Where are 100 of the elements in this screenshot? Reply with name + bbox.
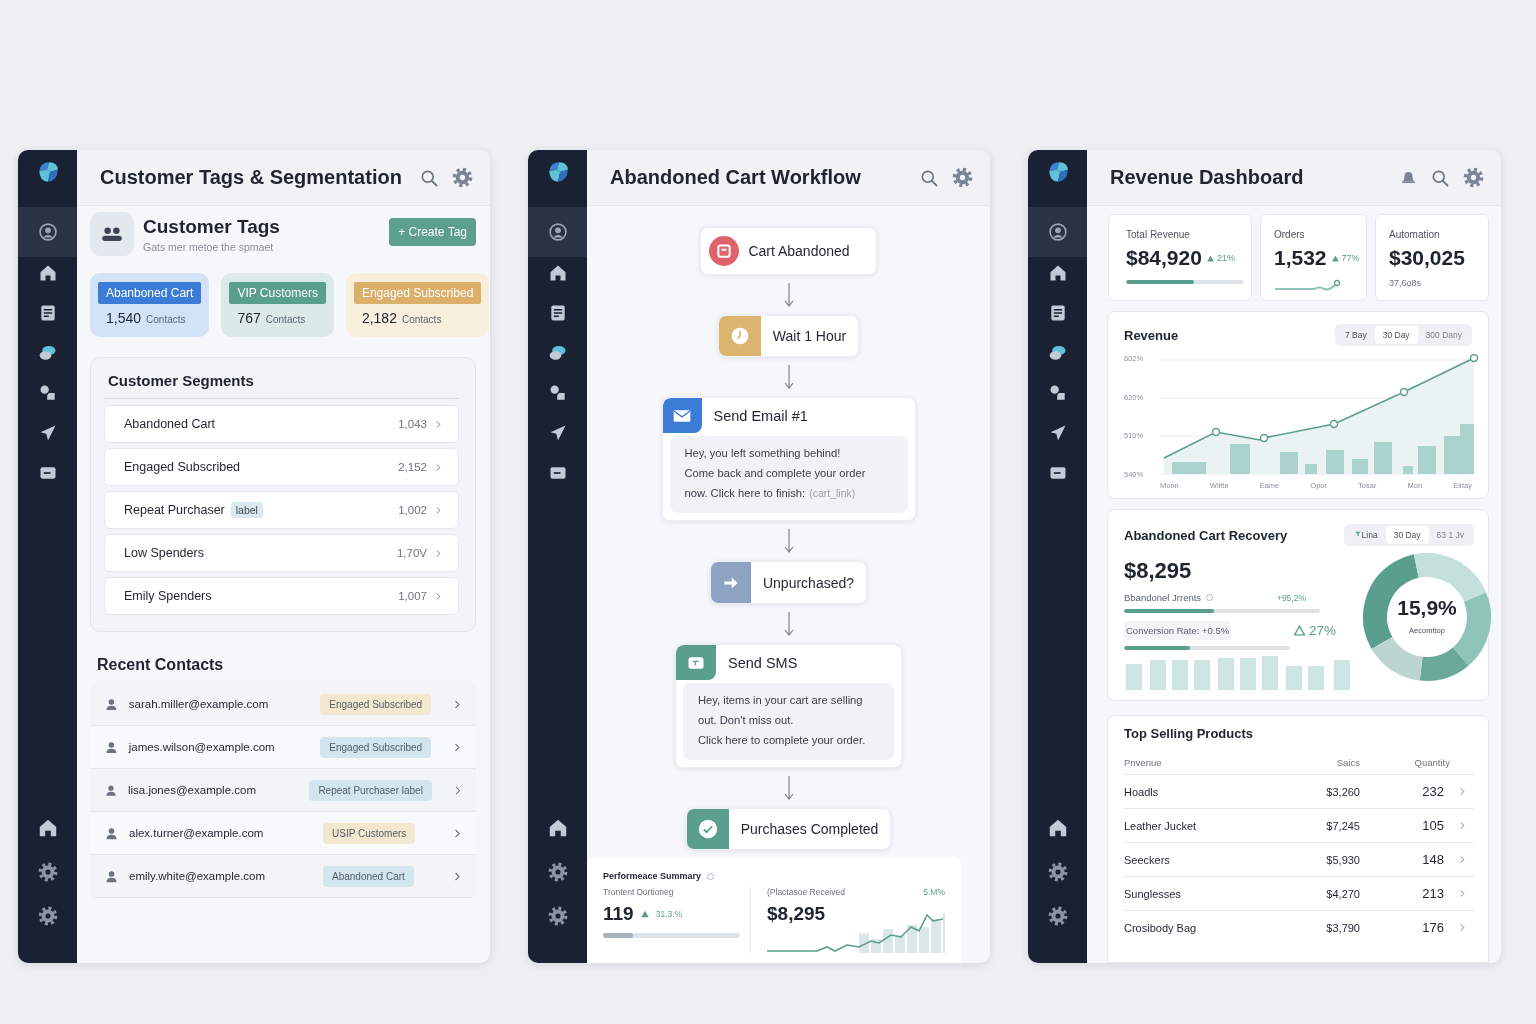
segment-name: Low Spenders: [124, 546, 204, 560]
segment-row[interactable]: Emily Spenders 1,007: [104, 577, 459, 615]
table-cell: $7,245: [1280, 808, 1360, 842]
card-title: Performeace Summary: [603, 871, 702, 881]
tag-label: VIP Customers: [229, 282, 326, 304]
section-title: Recent Contacts: [97, 656, 225, 674]
segment-count: 1,70V: [396, 547, 427, 559]
workflow-step[interactable]: Unpurchased?: [709, 561, 868, 604]
period-tab[interactable]: 300 Dany: [1417, 326, 1470, 344]
kpi-label: Orders: [1274, 229, 1306, 240]
table-cell: Sunglesses: [1124, 876, 1280, 910]
workflow-step[interactable]: Cart Abandoned: [700, 227, 877, 275]
card-title: Abandoned Cart Recovery: [1124, 527, 1288, 543]
segment-row[interactable]: Low Spenders 1,70V: [104, 534, 459, 572]
recovery-value: $8,295: [1124, 558, 1193, 584]
count-unit: Contacts: [401, 314, 442, 325]
segment-count: 1,002: [398, 504, 427, 516]
period-tab[interactable]: 63 1 Jv: [1428, 526, 1472, 544]
segment-name: Repeat Purchaser: [124, 503, 225, 517]
card-title: Revenue: [1124, 327, 1179, 343]
metric-change: 5.M%: [923, 887, 945, 897]
metric-change: +95,2%: [1276, 592, 1306, 603]
contact-email: alex.turner@example.com: [129, 827, 265, 839]
table-cell: $5,930: [1280, 842, 1360, 876]
contact-email: lisa.jones@example.com: [127, 784, 257, 796]
section-title: Customer Tags: [143, 215, 281, 238]
kpi-value: 1,532: [1274, 246, 1327, 270]
contact-count: 2,182: [361, 310, 397, 326]
table-cell: $3,260: [1280, 774, 1360, 808]
period-tab[interactable]: 30 Day: [1374, 326, 1418, 344]
step-title: Unpurchased?: [762, 574, 856, 591]
segment-name: Abandoned Cart: [124, 417, 216, 431]
message-text: Hey, items in your cart are selling out. Don't miss out. Click here to complete your order.: [683, 683, 894, 760]
table-cell: $3,790: [1280, 910, 1360, 944]
metric-label: Trontent Dortioneg: [603, 887, 675, 897]
metric-label: Bbandonel Jrrents: [1124, 592, 1202, 603]
step-title: Send Email #1: [713, 407, 809, 424]
workflow-step[interactable]: Send Email #1 Hey, you left something behind! Come back and complete your order now. Click here to finish: (cart_link): [661, 397, 916, 521]
kpi-value: $84,920: [1126, 246, 1202, 270]
period-tab[interactable]: 30 Day: [1385, 526, 1429, 544]
tag-label: Abanboned Cart: [98, 282, 202, 304]
card-title: Top Selling Products: [1124, 726, 1255, 741]
segment-count: 1,043: [398, 418, 427, 430]
tag-card[interactable]: Abanboned Cart 1,540 Contacts: [90, 273, 210, 337]
contact-tag: Engaged Subscribed: [320, 736, 432, 758]
contact-email: james.wilson@example.com: [128, 741, 276, 753]
contact-email: emily.white@example.com: [129, 870, 267, 882]
period-tab[interactable]: Lina: [1345, 526, 1386, 544]
contact-tag: Repeat Purchaser label: [309, 779, 432, 801]
contact-tag: USIP Customers: [323, 822, 416, 844]
contact-tag: Engaged Subscribed: [320, 693, 432, 715]
tag-card[interactable]: Engaged Subscribed 2,182 Contacts: [345, 273, 490, 337]
segment-row[interactable]: Abandoned Cart 1,043: [104, 405, 459, 443]
metric-value: 119: [603, 903, 634, 925]
segment-name: Engaged Subscribed: [124, 460, 241, 474]
metric-label: Conversion Rate: +0.5%: [1124, 621, 1232, 640]
table-cell: Crosibody Bag: [1124, 910, 1280, 944]
period-tab[interactable]: 7 Bay: [1336, 326, 1375, 344]
section-title: Customer Segments: [104, 370, 459, 399]
table-cell: 176: [1360, 910, 1450, 944]
segment-row[interactable]: Engaged Subscribed 2,152: [104, 448, 459, 486]
tag-card[interactable]: VIP Customers 767 Contacts: [221, 273, 334, 337]
segment-count: 2,152: [398, 461, 427, 473]
contact-count: 1,540: [106, 310, 142, 326]
table-cell: 105: [1360, 808, 1450, 842]
kpi-value: $30,025: [1389, 246, 1465, 270]
workflow-step[interactable]: Send SMS Hey, items in your cart are selling out. Don't miss out. Click here to complete your order.: [675, 644, 902, 768]
workflow-step[interactable]: Wait 1 Hour: [717, 315, 860, 357]
count-unit: Contacts: [146, 314, 186, 325]
segment-name: Emily Spenders: [124, 589, 212, 603]
table-cell: 213: [1360, 876, 1450, 910]
kpi-label: Automation: [1389, 229, 1441, 240]
table-cell: $4,270: [1280, 876, 1360, 910]
tag-label: Engaged Subscribed: [353, 282, 482, 304]
contact-count: 767: [237, 310, 261, 326]
donut-value: 15,9%: [1396, 596, 1458, 620]
metric-label: (Plactasoe Received: [767, 887, 845, 897]
contact-email: sarah.miller@example.com: [128, 698, 270, 710]
window-title: Customer Tags & Segmentation: [100, 166, 403, 189]
step-title: Purchases Completed: [740, 821, 880, 837]
column-header: Pnvenue: [1124, 756, 1163, 770]
table-cell: Hoadls: [1124, 774, 1280, 808]
kpi-change: 21%: [1216, 253, 1235, 263]
segment-badge: label: [230, 502, 263, 518]
count-unit: Contacts: [265, 314, 306, 325]
step-title: Wait 1 Hour: [772, 328, 848, 344]
column-header: Quantity: [1413, 756, 1450, 770]
workflow-step[interactable]: Purchases Completed: [685, 808, 892, 850]
table-cell: 232: [1360, 774, 1450, 808]
table-cell: Leather Jucket: [1124, 808, 1280, 842]
table-cell: 148: [1360, 842, 1450, 876]
metric-change: 31.3.%: [655, 909, 683, 919]
step-title: Send SMS: [728, 654, 799, 671]
kpi-note: 37,6o8s: [1389, 278, 1423, 288]
segment-row[interactable]: Repeat Purchaser label 1,002: [104, 491, 459, 529]
kpi-change: 77%: [1341, 253, 1360, 263]
metric-change: 27%: [1308, 623, 1336, 638]
segment-count: 1,007: [398, 590, 427, 602]
message-text: Hey, you left something behind! Come back and complete your order now. Click here to finish: (cart_link): [669, 436, 908, 513]
window-title: Revenue Dashboard: [1110, 166, 1305, 189]
